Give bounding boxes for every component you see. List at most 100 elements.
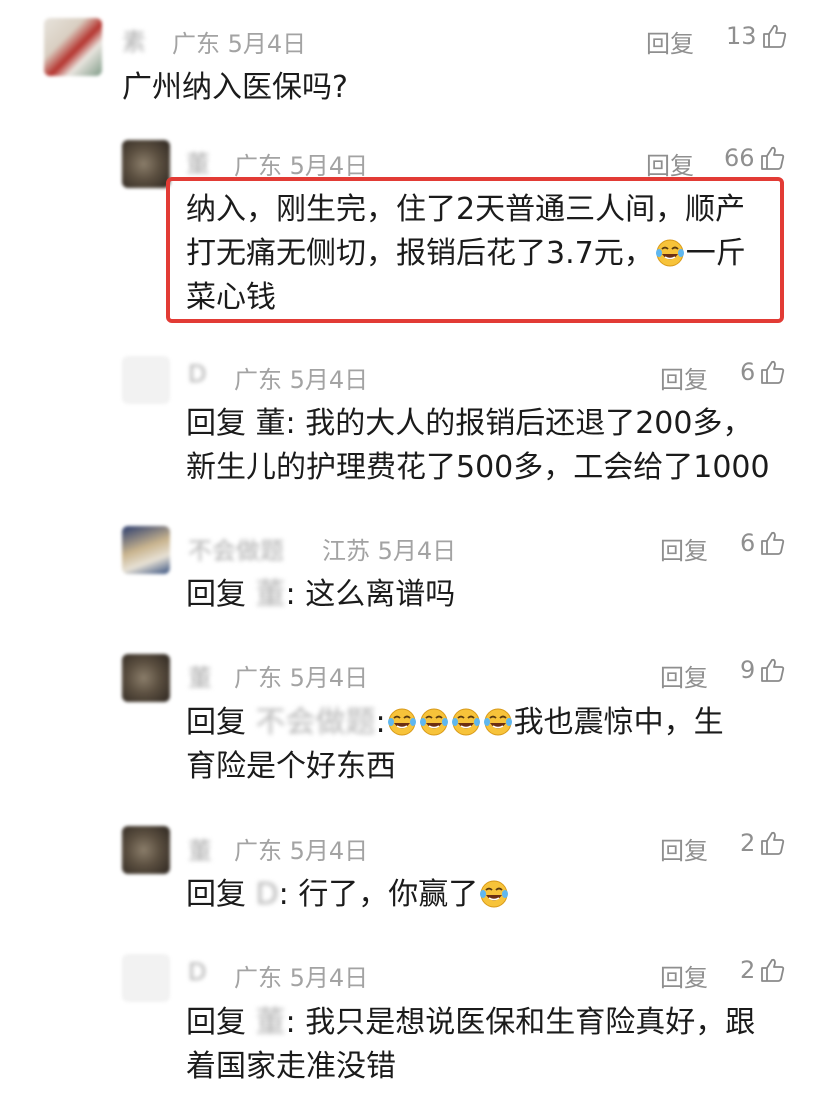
comment-line: 菜心钱 xyxy=(186,280,276,315)
thumbs-up-icon xyxy=(759,359,785,385)
comment-line-text: 打无痛无侧切，报销后花了3.7元， xyxy=(186,236,654,271)
comment-line: 回复 D: 行了，你赢了 xyxy=(186,873,510,917)
comment-line-text: 行了，你赢了 xyxy=(298,877,479,912)
date: 5月4日 xyxy=(289,964,369,992)
avatar[interactable] xyxy=(122,654,170,702)
comment-line: 回复 董: 我只是想说医保和生育险真好，跟 xyxy=(186,1005,756,1040)
reply-button[interactable]: 回复 xyxy=(646,146,694,181)
user-name[interactable]: D xyxy=(188,958,206,986)
date: 5月4日 xyxy=(289,837,369,865)
like-button[interactable]: 9 xyxy=(740,656,785,684)
comment-text: 回复 董: 我只是想说医保和生育险真好，跟 着国家走准没错 xyxy=(186,1001,755,1089)
avatar[interactable] xyxy=(122,954,170,1002)
comment-text: 回复 董: 我的大人的报销后还退了200多， 新生儿的护理费花了500多，工会给… xyxy=(186,402,770,490)
comment-line-text: 我也震惊中，生 xyxy=(513,705,724,740)
laughing-tears-emoji-icon xyxy=(419,707,449,737)
comment-line: 新生儿的护理费花了500多，工会给了1000 xyxy=(186,450,770,485)
laughing-tears-emoji-icon xyxy=(451,707,481,737)
reply-prefix: 回复 xyxy=(186,877,246,912)
reply-target[interactable]: D xyxy=(256,877,279,912)
location-date: 广东 5月4日 xyxy=(172,24,306,59)
comment-line-text: 这么离谱吗 xyxy=(305,577,456,612)
thumbs-up-icon xyxy=(759,530,785,556)
laughing-tears-emoji-icon xyxy=(483,707,513,737)
location: 广东 xyxy=(234,964,282,992)
like-button[interactable]: 13 xyxy=(726,22,787,50)
user-name[interactable]: 董 xyxy=(188,831,212,866)
reply-prefix: 回复 xyxy=(186,577,246,612)
reply-button[interactable]: 回复 xyxy=(660,531,708,566)
comment-line: 打无痛无侧切，报销后花了3.7元， 一斤 xyxy=(186,232,746,276)
thumbs-up-icon xyxy=(759,957,785,983)
location-date: 广东 5月4日 xyxy=(234,658,368,693)
comment-line: 纳入，刚生完，住了2天普通三人间，顺产 xyxy=(186,192,746,227)
user-name[interactable]: 董 xyxy=(186,144,210,179)
reply-target[interactable]: 董 xyxy=(256,577,286,612)
like-count: 9 xyxy=(740,656,756,684)
location-date: 广东 5月4日 xyxy=(234,360,368,395)
comment-line: 广州纳入医保吗? xyxy=(122,70,348,105)
reply-prefix: 回复 xyxy=(186,406,246,441)
like-count: 13 xyxy=(726,22,757,50)
reply-button[interactable]: 回复 xyxy=(660,360,708,395)
thumbs-up-icon xyxy=(761,23,787,49)
user-name[interactable]: D xyxy=(188,360,206,388)
location-date: 广东 5月4日 xyxy=(234,958,368,993)
like-button[interactable]: 2 xyxy=(740,829,785,857)
reply-target[interactable]: 董 xyxy=(256,406,286,441)
like-count: 6 xyxy=(740,529,756,557)
comment-line: 回复 董: 这么离谱吗 xyxy=(186,577,456,612)
reply-target[interactable]: 不会做题 xyxy=(256,705,376,740)
like-count: 2 xyxy=(740,829,756,857)
comment-text: 纳入，刚生完，住了2天普通三人间，顺产 打无痛无侧切，报销后花了3.7元， 一斤 … xyxy=(186,188,746,320)
reply-prefix: 回复 xyxy=(186,705,246,740)
thumbs-up-icon xyxy=(759,145,785,171)
location: 广东 xyxy=(234,152,282,180)
location-date: 广东 5月4日 xyxy=(234,146,368,181)
user-name[interactable]: 不会做题 xyxy=(188,531,284,566)
reply-target[interactable]: 董 xyxy=(256,1005,286,1040)
date: 5月4日 xyxy=(289,366,369,394)
reply-prefix: 回复 xyxy=(186,1005,246,1040)
date: 5月4日 xyxy=(377,537,457,565)
like-count: 66 xyxy=(724,144,755,172)
avatar[interactable] xyxy=(122,356,170,404)
laughing-tears-emoji-icon xyxy=(387,707,417,737)
laughing-tears-emoji-icon xyxy=(655,238,685,268)
comment-text: 回复 D: 行了，你赢了 xyxy=(186,873,510,917)
user-name[interactable]: 董 xyxy=(188,658,212,693)
like-button[interactable]: 2 xyxy=(740,956,785,984)
reply-button[interactable]: 回复 xyxy=(660,958,708,993)
location: 广东 xyxy=(234,664,282,692)
like-button[interactable]: 6 xyxy=(740,529,785,557)
date: 5月4日 xyxy=(227,30,307,58)
location-date: 广东 5月4日 xyxy=(234,831,368,866)
comment-line: 回复 董: 我的大人的报销后还退了200多， xyxy=(186,406,753,441)
comment-text: 广州纳入医保吗? xyxy=(122,66,348,110)
like-button[interactable]: 66 xyxy=(724,144,785,172)
comment-line: 回复 不会做题: 我也震惊中，生 xyxy=(186,705,724,740)
thumbs-up-icon xyxy=(759,830,785,856)
like-count: 2 xyxy=(740,956,756,984)
location: 广东 xyxy=(234,366,282,394)
comment-text: 回复 董: 这么离谱吗 xyxy=(186,573,455,617)
location: 广东 xyxy=(234,837,282,865)
date: 5月4日 xyxy=(289,664,369,692)
like-count: 6 xyxy=(740,358,756,386)
avatar[interactable] xyxy=(122,140,170,188)
comment-line: 着国家走准没错 xyxy=(186,1049,396,1084)
like-button[interactable]: 6 xyxy=(740,358,785,386)
user-name[interactable]: 素 xyxy=(122,22,146,57)
avatar[interactable] xyxy=(122,826,170,874)
comment-line-text: 一斤 xyxy=(685,236,746,271)
avatar[interactable] xyxy=(122,526,170,574)
laughing-tears-emoji-icon xyxy=(479,879,509,909)
reply-button[interactable]: 回复 xyxy=(646,24,694,59)
location: 广东 xyxy=(172,30,220,58)
comment-line: 育险是个好东西 xyxy=(186,749,396,784)
reply-button[interactable]: 回复 xyxy=(660,831,708,866)
reply-button[interactable]: 回复 xyxy=(660,658,708,693)
thumbs-up-icon xyxy=(759,657,785,683)
comment-text: 回复 不会做题: 我也震惊中，生 育险是个好东西 xyxy=(186,701,724,789)
avatar[interactable] xyxy=(44,18,102,76)
